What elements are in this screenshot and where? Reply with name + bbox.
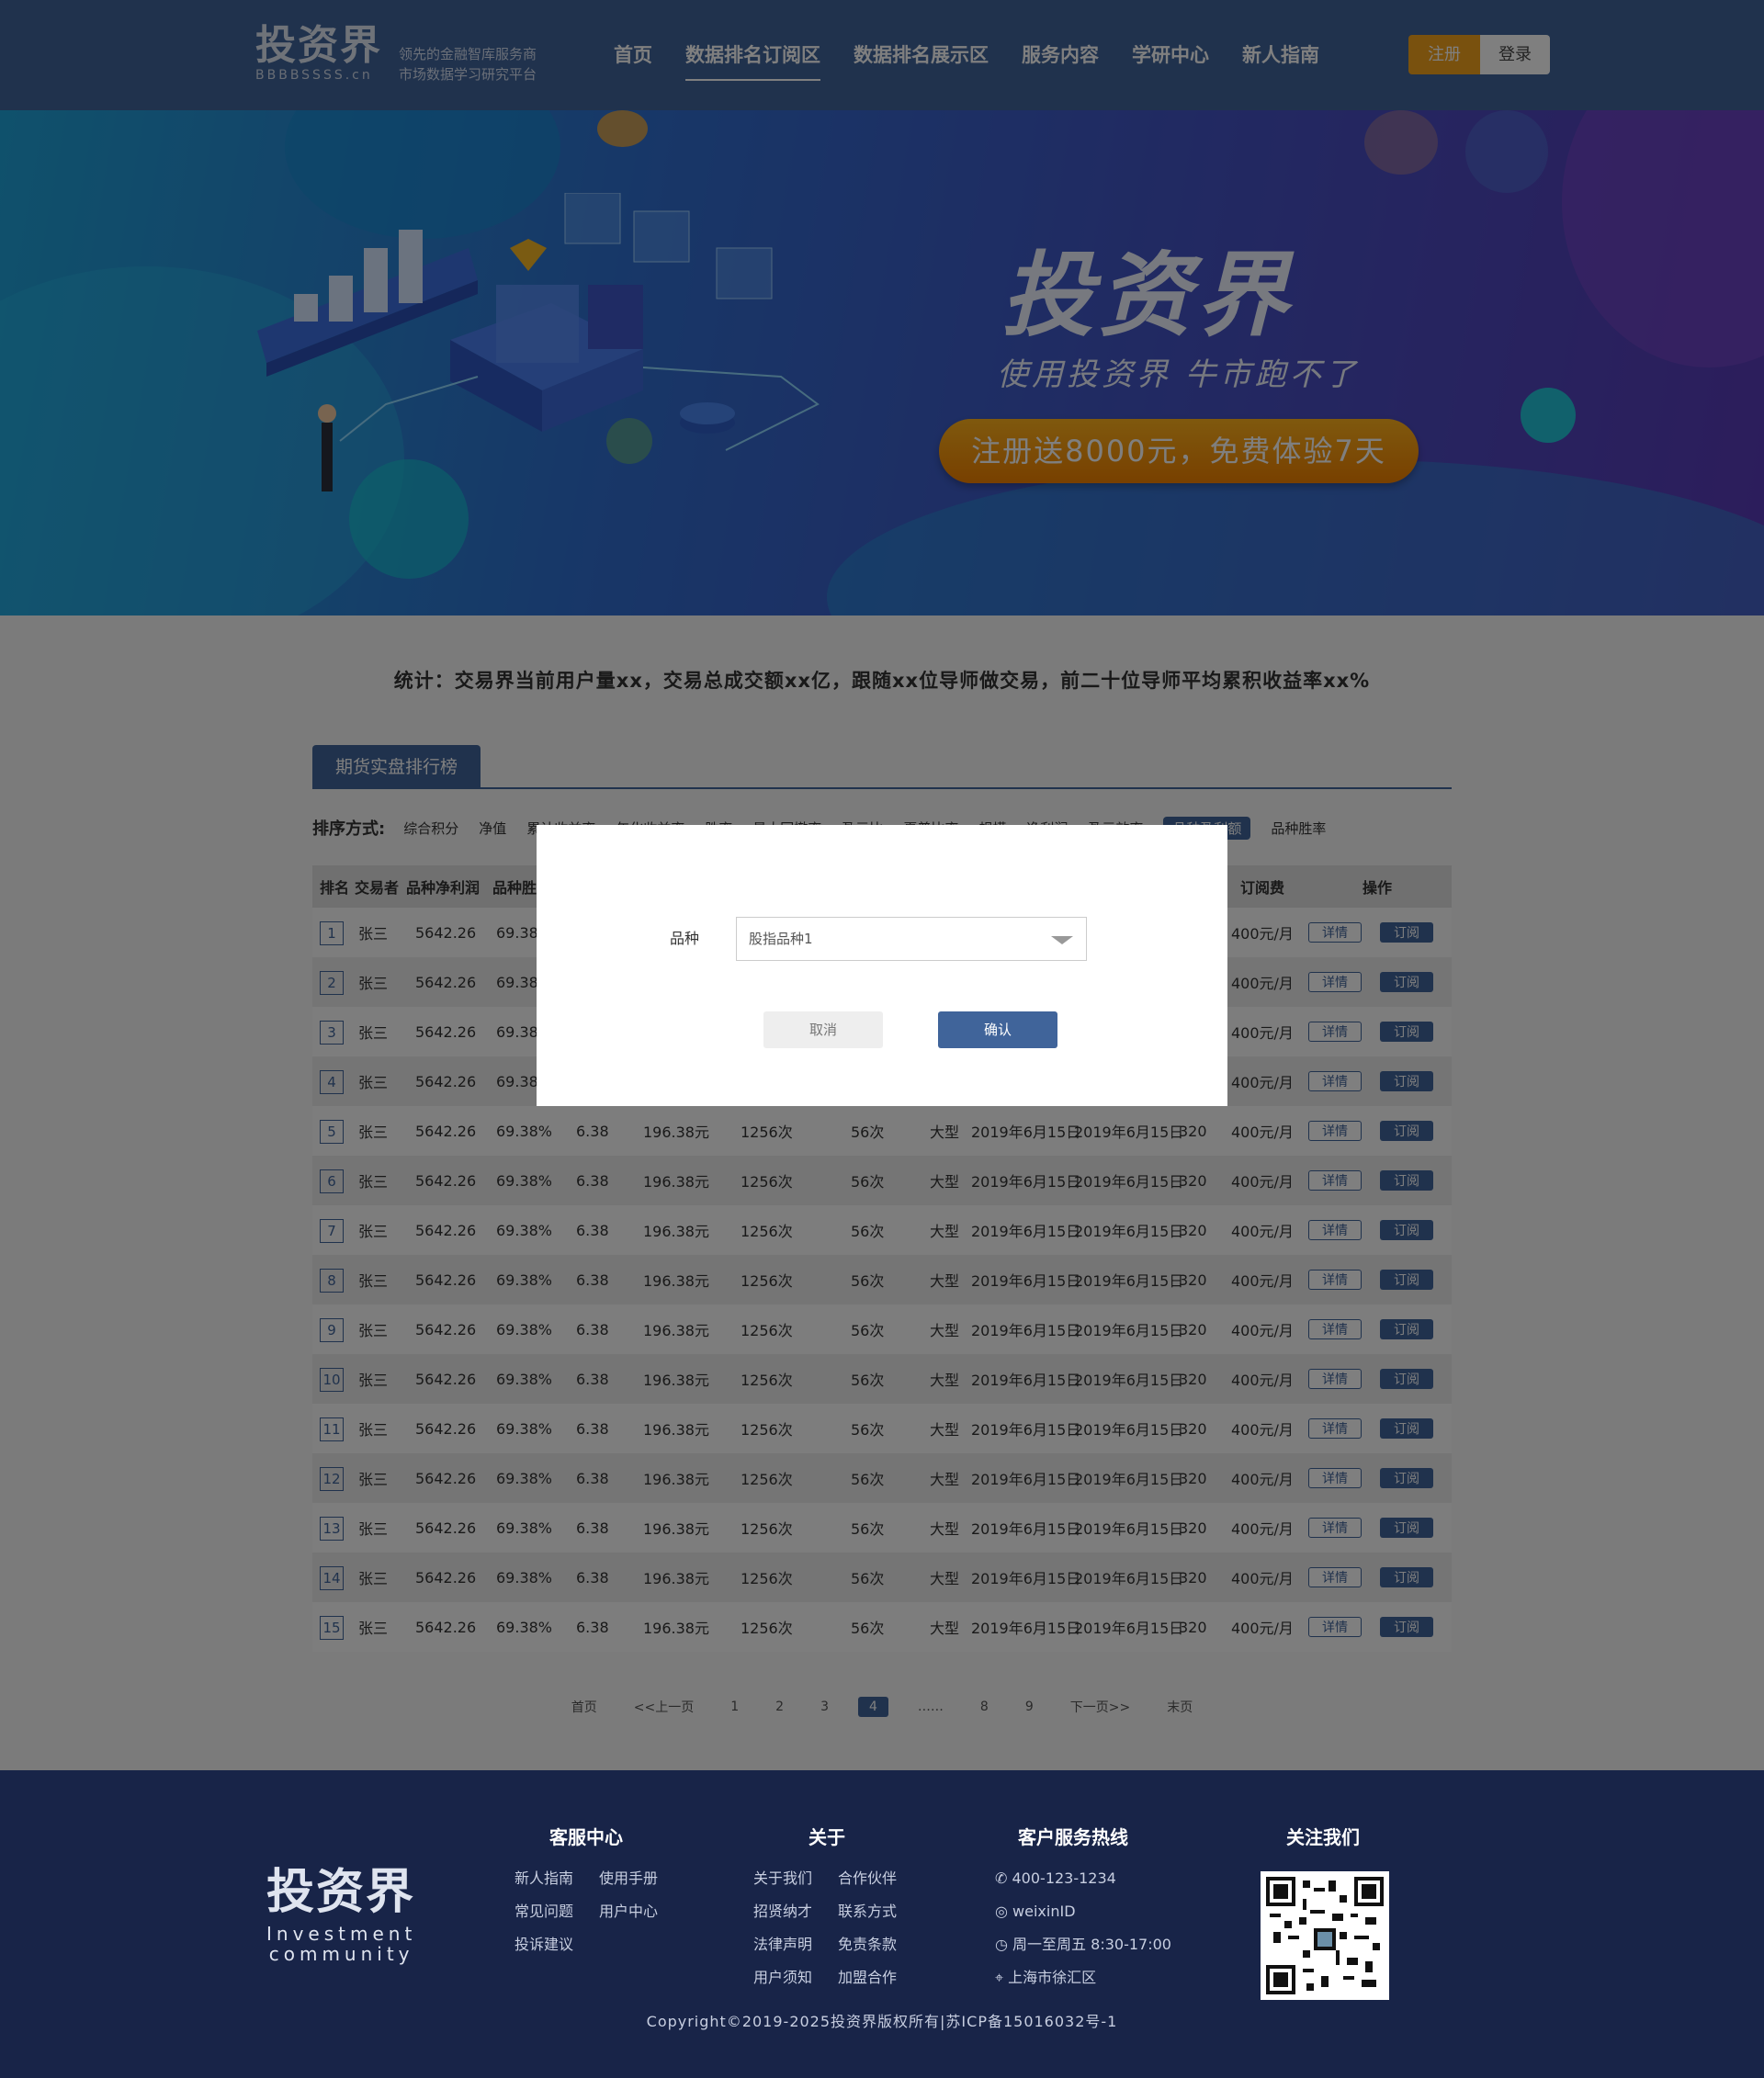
variety-select-dialog: 品种 股指品种1 取消 确认	[537, 825, 1227, 1106]
footer-link[interactable]: 法律声明	[753, 1928, 838, 1961]
footer-logo-sub-2: community	[268, 1943, 414, 1965]
footer-link[interactable]: 用户须知	[753, 1961, 838, 1994]
chevron-down-icon	[1051, 936, 1073, 944]
footer-link[interactable]: 新人指南	[514, 1862, 599, 1895]
hours-text: 周一至周五 8:30-17:00	[1012, 1936, 1171, 1953]
footer-link[interactable]: 加盟合作	[838, 1961, 922, 1994]
footer-link[interactable]: 免责条款	[838, 1928, 922, 1961]
address-text: 上海市徐汇区	[1008, 1969, 1097, 1986]
footer-phone: ✆ 400-123-1234	[995, 1862, 1171, 1895]
footer-link[interactable]: 常见问题	[514, 1895, 599, 1928]
copyright: Copyright©2019-2025投资界版权所有|苏ICP备15016032…	[646, 2013, 1118, 2030]
phone-text: 400-123-1234	[1012, 1869, 1116, 1887]
site-footer: 投资界 Investment community 客服中心 新人指南 使用手册 …	[0, 1770, 1764, 2078]
wechat-icon: ◎	[995, 1903, 1013, 1920]
footer-link[interactable]: 用户中心	[599, 1895, 684, 1928]
footer-logo: 投资界 Investment community	[266, 1867, 416, 1964]
qr-code	[1261, 1871, 1389, 2000]
phone-icon: ✆	[995, 1869, 1012, 1887]
footer-address: ⌖ 上海市徐汇区	[995, 1961, 1171, 1994]
footer-service-title: 客服中心	[549, 1826, 623, 1848]
footer-link[interactable]: 关于我们	[753, 1862, 838, 1895]
footer-link[interactable]: 合作伙伴	[838, 1862, 922, 1895]
footer-hotline-column: 客户服务热线 ✆ 400-123-1234 ◎ weixinID ◷ 周一至周五…	[995, 1823, 1171, 1994]
footer-about-title: 关于	[808, 1826, 845, 1848]
confirm-button[interactable]: 确认	[938, 1011, 1057, 1048]
footer-hotline-title: 客户服务热线	[1018, 1826, 1128, 1848]
qr-code-icon	[1266, 1877, 1384, 1994]
footer-link[interactable]: 招贤纳才	[753, 1895, 838, 1928]
location-icon: ⌖	[995, 1969, 1009, 1986]
clock-icon: ◷	[995, 1936, 1013, 1953]
variety-label: 品种	[670, 930, 700, 947]
footer-link[interactable]: 联系方式	[838, 1895, 922, 1928]
variety-select-value: 股指品种1	[749, 931, 813, 947]
footer-link[interactable]: 投诉建议	[514, 1928, 599, 1961]
footer-follow-title: 关注我们	[1286, 1826, 1360, 1848]
footer-wechat: ◎ weixinID	[995, 1895, 1171, 1928]
footer-logo-sub-1: Investment	[266, 1923, 417, 1945]
footer-hours: ◷ 周一至周五 8:30-17:00	[995, 1928, 1171, 1961]
footer-link[interactable]: 使用手册	[599, 1862, 684, 1895]
footer-logo-text: 投资界	[266, 1865, 416, 1920]
footer-service-column: 客服中心 新人指南 使用手册 常见问题 用户中心 投诉建议	[514, 1823, 684, 1961]
variety-select[interactable]: 股指品种1	[736, 917, 1087, 961]
footer-about-column: 关于 关于我们 合作伙伴 招贤纳才 联系方式 法律声明 免责条款 用户须知 加盟…	[753, 1823, 922, 1994]
footer-follow-column: 关注我们	[1286, 1823, 1360, 1862]
cancel-button[interactable]: 取消	[763, 1011, 883, 1048]
wechat-text: weixinID	[1012, 1903, 1076, 1920]
